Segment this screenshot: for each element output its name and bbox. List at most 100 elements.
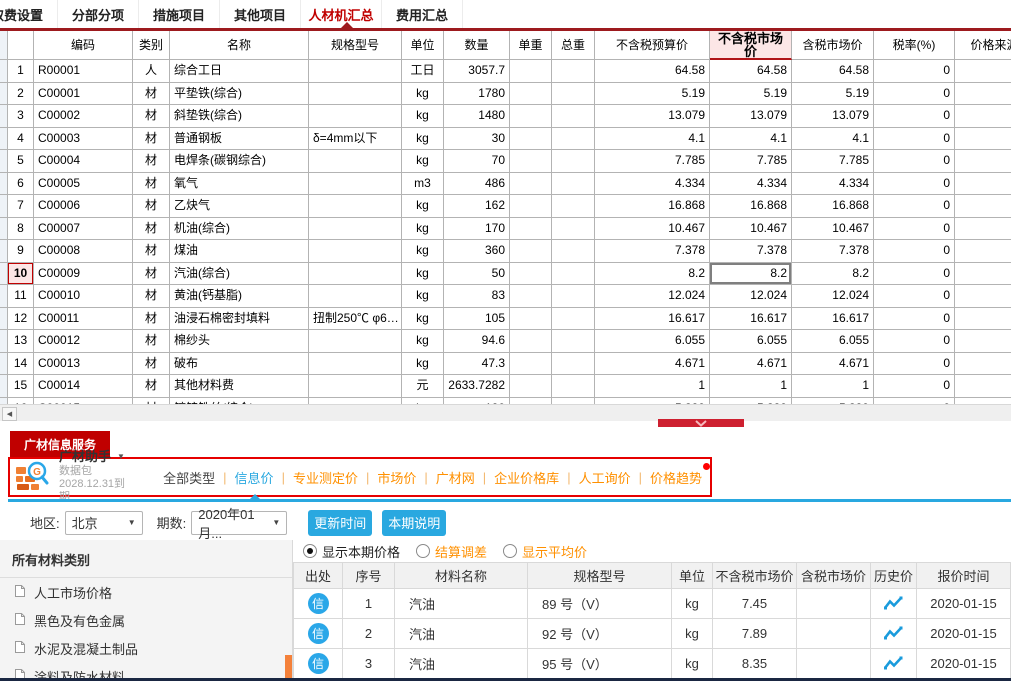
cell-name[interactable]: 电焊条(碳钢综合) bbox=[170, 150, 309, 173]
table-row[interactable]: 9C00008材煤油kg3607.3787.3787.3780 bbox=[0, 240, 1011, 263]
cell-spec[interactable] bbox=[309, 353, 402, 376]
cell-market[interactable]: 1 bbox=[710, 375, 792, 398]
cell-market[interactable]: 16.617 bbox=[710, 308, 792, 331]
column-header-cat[interactable]: 类别 bbox=[133, 31, 170, 60]
cell-tw[interactable] bbox=[552, 285, 595, 308]
cell-spec[interactable] bbox=[309, 263, 402, 286]
cell-uw[interactable] bbox=[510, 150, 552, 173]
cell-qty[interactable]: 50 bbox=[444, 263, 510, 286]
nav-price-trend[interactable]: 价格趋势 bbox=[650, 468, 702, 487]
row-selector[interactable] bbox=[0, 83, 8, 106]
cell-name[interactable]: 乙炔气 bbox=[170, 195, 309, 218]
nav-market-price[interactable]: 市场价 bbox=[377, 468, 416, 487]
cell-qty[interactable]: 47.3 bbox=[444, 353, 510, 376]
cell-budget[interactable]: 4.671 bbox=[595, 353, 710, 376]
cell-tax[interactable]: 0 bbox=[874, 195, 955, 218]
price-column-header-spec[interactable]: 规格型号 bbox=[528, 563, 672, 589]
cell-code[interactable]: C00006 bbox=[34, 195, 133, 218]
history-chart-icon[interactable] bbox=[883, 655, 905, 672]
cell-code[interactable]: C00008 bbox=[34, 240, 133, 263]
cell-unit[interactable]: kg bbox=[402, 128, 444, 151]
cell-budget[interactable]: 6.055 bbox=[595, 330, 710, 353]
cell-src[interactable] bbox=[955, 195, 1011, 218]
column-header-tax[interactable]: 税率(%) bbox=[874, 31, 955, 60]
cell-market[interactable]: 6.055 bbox=[710, 330, 792, 353]
row-selector[interactable] bbox=[0, 150, 8, 173]
cell-uw[interactable] bbox=[510, 173, 552, 196]
cell-name[interactable]: 其他材料费 bbox=[170, 375, 309, 398]
cell-budget[interactable]: 1 bbox=[595, 375, 710, 398]
update-time-button[interactable]: 更新时间 bbox=[308, 510, 372, 536]
table-row[interactable]: 3C00002材斜垫铁(综合)kg148013.07913.07913.0790 bbox=[0, 105, 1011, 128]
assistant-title[interactable]: 广材助手 bbox=[59, 450, 111, 463]
table-row[interactable]: 1R00001人综合工日工日3057.764.5864.5864.580 bbox=[0, 60, 1011, 83]
cell-tw[interactable] bbox=[552, 128, 595, 151]
column-header-unit[interactable]: 单位 bbox=[402, 31, 444, 60]
cell-spec[interactable] bbox=[309, 83, 402, 106]
cell-budget[interactable]: 12.024 bbox=[595, 285, 710, 308]
cell-market_tax[interactable]: 10.467 bbox=[792, 218, 874, 241]
price-table-row[interactable]: 信1汽油89 号（V）kg7.452020-01-15 bbox=[293, 589, 1011, 619]
cell-tax[interactable]: 0 bbox=[874, 330, 955, 353]
cell-src[interactable] bbox=[955, 128, 1011, 151]
cell-spec[interactable] bbox=[309, 60, 402, 83]
cell-budget[interactable]: 13.079 bbox=[595, 105, 710, 128]
cell-market_tax[interactable]: 7.785 bbox=[792, 150, 874, 173]
cell-src[interactable] bbox=[955, 173, 1011, 196]
region-select[interactable]: 北京 ▼ bbox=[65, 511, 143, 535]
price-column-header-price[interactable]: 不含税市场价 bbox=[713, 563, 797, 589]
cell-spec[interactable] bbox=[309, 285, 402, 308]
scroll-left-icon[interactable]: ◀ bbox=[2, 407, 17, 421]
cell-market[interactable]: 10.467 bbox=[710, 218, 792, 241]
cell-unit[interactable]: kg bbox=[402, 105, 444, 128]
cell-market[interactable]: 4.334 bbox=[710, 173, 792, 196]
price-table-row[interactable]: 信2汽油92 号（V）kg7.892020-01-15 bbox=[293, 619, 1011, 649]
cell-src[interactable] bbox=[955, 83, 1011, 106]
table-row[interactable]: 13C00012材棉纱头kg94.66.0556.0556.0550 bbox=[0, 330, 1011, 353]
column-header-qty[interactable]: 数量 bbox=[444, 31, 510, 60]
table-row[interactable]: 12C00011材油浸石棉密封填料扭制250℃ φ6…kg10516.61716… bbox=[0, 308, 1011, 331]
nav-info-price[interactable]: 信息价 bbox=[235, 468, 274, 487]
cell-cat[interactable]: 材 bbox=[133, 105, 170, 128]
cell-tax[interactable]: 0 bbox=[874, 83, 955, 106]
cell-market[interactable]: 8.2 bbox=[710, 263, 792, 286]
radio-settlement-adjust[interactable]: 结算调差 bbox=[416, 542, 487, 561]
category-item[interactable]: 黑色及有色金属 bbox=[0, 606, 292, 634]
cell-spec[interactable] bbox=[309, 375, 402, 398]
cell-tax[interactable]: 0 bbox=[874, 173, 955, 196]
cell-uw[interactable] bbox=[510, 83, 552, 106]
row-selector[interactable] bbox=[0, 105, 8, 128]
cell-cat[interactable]: 材 bbox=[133, 195, 170, 218]
price-column-header-price_tax[interactable]: 含税市场价 bbox=[797, 563, 871, 589]
cell-name[interactable]: 综合工日 bbox=[170, 60, 309, 83]
category-item[interactable]: 人工市场价格 bbox=[0, 578, 292, 606]
cell-unit[interactable]: kg bbox=[402, 218, 444, 241]
cell-src[interactable] bbox=[955, 240, 1011, 263]
row-selector[interactable] bbox=[0, 330, 8, 353]
cell-uw[interactable] bbox=[510, 308, 552, 331]
cell-uw[interactable] bbox=[510, 240, 552, 263]
cell-code[interactable]: C00009 bbox=[34, 263, 133, 286]
column-header-name[interactable]: 名称 bbox=[170, 31, 309, 60]
cell-name[interactable]: 机油(综合) bbox=[170, 218, 309, 241]
cell-market_tax[interactable]: 4.671 bbox=[792, 353, 874, 376]
cell-market_tax[interactable]: 5.19 bbox=[792, 83, 874, 106]
cell-tw[interactable] bbox=[552, 83, 595, 106]
cell-src[interactable] bbox=[955, 330, 1011, 353]
cell-qty[interactable]: 83 bbox=[444, 285, 510, 308]
cell-cat[interactable]: 材 bbox=[133, 308, 170, 331]
table-row[interactable]: 4C00003材普通钢板δ=4mm以下kg304.14.14.10 bbox=[0, 128, 1011, 151]
column-header-tw[interactable]: 总重 bbox=[552, 31, 595, 60]
cell-spec[interactable] bbox=[309, 105, 402, 128]
radio-current-price[interactable]: 显示本期价格 bbox=[303, 542, 400, 561]
cell-unit[interactable]: m3 bbox=[402, 173, 444, 196]
cell-market[interactable]: 7.785 bbox=[710, 150, 792, 173]
cell-src[interactable] bbox=[955, 60, 1011, 83]
cell-unit[interactable]: kg bbox=[402, 330, 444, 353]
cell-cat[interactable]: 材 bbox=[133, 263, 170, 286]
cell-unit[interactable]: kg bbox=[402, 285, 444, 308]
nav-all-types[interactable]: 全部类型 bbox=[163, 468, 215, 487]
cell-qty[interactable]: 170 bbox=[444, 218, 510, 241]
tab-other-items[interactable]: 其他项目 bbox=[220, 0, 301, 28]
cell-code[interactable]: C00014 bbox=[34, 375, 133, 398]
